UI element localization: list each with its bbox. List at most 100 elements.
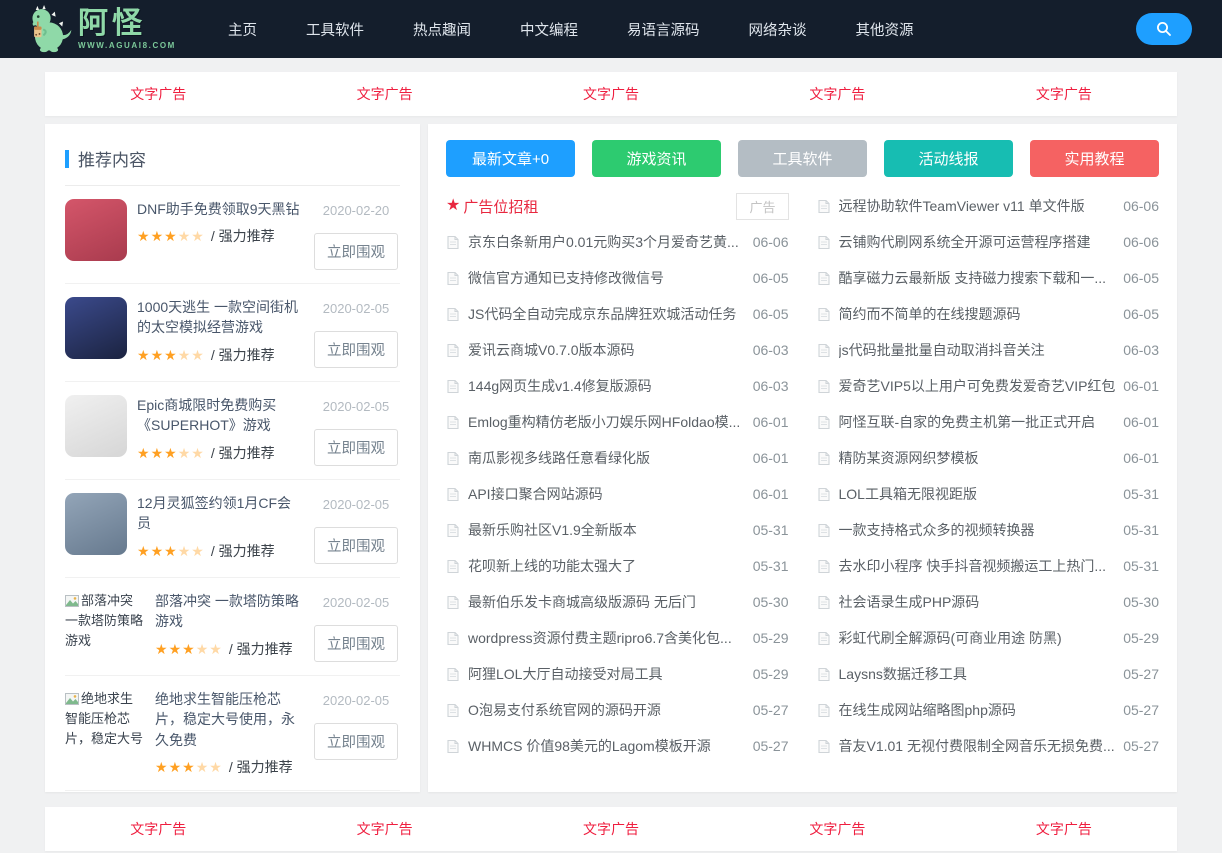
article-row[interactable]: LOL工具箱无限视距版 05-31 xyxy=(817,476,1160,512)
article-row[interactable]: 酷享磁力云最新版 支持磁力搜索下载和一... 06-05 xyxy=(817,260,1160,296)
nav-item-1[interactable]: 主页 xyxy=(228,19,257,40)
view-now-button[interactable]: 立即围观 xyxy=(314,233,398,270)
article-row[interactable]: API接口聚合网站源码 06-01 xyxy=(446,476,789,512)
article-row[interactable]: 微信官方通知已支持修改微信号 06-05 xyxy=(446,260,789,296)
nav-item-4[interactable]: 中文编程 xyxy=(520,19,578,40)
text-ad-bar-top: 文字广告文字广告文字广告文字广告文字广告 xyxy=(45,72,1177,116)
article-row[interactable]: 远程协助软件TeamViewer v11 单文件版 06-06 xyxy=(817,188,1160,224)
article-thumbnail[interactable] xyxy=(65,297,127,359)
recommended-item-rating: ★★★★★ / 强力推荐 xyxy=(137,345,302,365)
dinosaur-logo-icon xyxy=(24,5,74,53)
nav-item-7[interactable]: 其他资源 xyxy=(855,19,913,40)
document-icon xyxy=(446,415,460,430)
text-ad-link[interactable]: 文字广告 xyxy=(724,84,950,104)
recommended-item[interactable]: 部落冲突 一款塔防策略游戏 部落冲突 一款塔防策略游戏 ★★★★★ / 强力推荐… xyxy=(65,578,400,676)
text-ad-link[interactable]: 文字广告 xyxy=(45,819,271,839)
article-row[interactable]: 在线生成网站缩略图php源码 05-27 xyxy=(817,692,1160,728)
filter-button-3[interactable]: 工具软件 xyxy=(738,140,867,177)
article-row[interactable]: 阿狸LOL大厅自动接受对局工具 05-29 xyxy=(446,656,789,692)
broken-image-icon xyxy=(65,595,79,607)
text-ad-link[interactable]: 文字广告 xyxy=(271,84,497,104)
article-title: 花呗新上线的功能太强大了 xyxy=(468,556,745,576)
recommended-item[interactable]: 1000天逃生 一款空间街机的太空模拟经营游戏 ★★★★★ / 强力推荐 202… xyxy=(65,284,400,382)
main-nav-menu: 主页 工具软件 热点趣闻 中文编程 易语言源码 网络杂谈 其他资源 xyxy=(228,19,914,40)
site-logo[interactable]: 阿怪 WWW.AGUAI8.COM xyxy=(24,5,176,53)
article-row[interactable]: 简约而不简单的在线搜题源码 06-05 xyxy=(817,296,1160,332)
article-row[interactable]: 爱讯云商城V0.7.0版本源码 06-03 xyxy=(446,332,789,368)
article-row[interactable]: Laysns数据迁移工具 05-27 xyxy=(817,656,1160,692)
rating-label: / 强力推荐 xyxy=(229,757,293,777)
view-now-button[interactable]: 立即围观 xyxy=(314,625,398,662)
article-thumbnail[interactable] xyxy=(65,199,127,261)
text-ad-link[interactable]: 文字广告 xyxy=(951,819,1177,839)
filter-button-5[interactable]: 实用教程 xyxy=(1030,140,1159,177)
document-icon xyxy=(446,559,460,574)
nav-item-6[interactable]: 网络杂谈 xyxy=(748,19,806,40)
view-now-button[interactable]: 立即围观 xyxy=(314,429,398,466)
article-row[interactable]: 社会语录生成PHP源码 05-30 xyxy=(817,584,1160,620)
article-row[interactable]: JS代码全自动完成京东品牌狂欢城活动任务 06-05 xyxy=(446,296,789,332)
article-date: 06-01 xyxy=(753,450,789,466)
article-date: 05-27 xyxy=(753,702,789,718)
ad-slot-row[interactable]: ★ 广告位招租 广告 xyxy=(446,188,789,224)
article-thumbnail[interactable] xyxy=(65,395,127,457)
article-row[interactable]: 云铺购代刷网系统全开源可运营程序搭建 06-06 xyxy=(817,224,1160,260)
article-title: API接口聚合网站源码 xyxy=(468,484,745,504)
article-row[interactable]: 爱奇艺VIP5以上用户可免费发爱奇艺VIP红包 06-01 xyxy=(817,368,1160,404)
recommended-item[interactable]: Epic商城限时免费购买《SUPERHOT》游戏 ★★★★★ / 强力推荐 20… xyxy=(65,382,400,480)
filter-button-4[interactable]: 活动线报 xyxy=(884,140,1013,177)
article-row[interactable]: 阿怪互联-自家的免费主机第一批正式开启 06-01 xyxy=(817,404,1160,440)
recommended-item[interactable]: DNF助手免费领取9天黑钻 ★★★★★ / 强力推荐 2020-02-20 立即… xyxy=(65,186,400,284)
filter-button-1[interactable]: 最新文章+0 xyxy=(446,140,575,177)
recommended-item[interactable]: 12月灵狐签约领1月CF会员 ★★★★★ / 强力推荐 2020-02-05 立… xyxy=(65,480,400,578)
article-row[interactable]: 精防某资源网织梦模板 06-01 xyxy=(817,440,1160,476)
article-thumbnail[interactable] xyxy=(65,493,127,555)
article-title: JS代码全自动完成京东品牌狂欢城活动任务 xyxy=(468,304,745,324)
article-row[interactable]: 南瓜影视多线路任意看绿化版 06-01 xyxy=(446,440,789,476)
article-row[interactable]: 最新乐购社区V1.9全新版本 05-31 xyxy=(446,512,789,548)
article-row[interactable]: 京东白条新用户0.01元购买3个月爱奇艺黄... 06-06 xyxy=(446,224,789,260)
article-title: 阿怪互联-自家的免费主机第一批正式开启 xyxy=(839,412,1116,432)
article-row[interactable]: 最新伯乐发卡商城高级版源码 无后门 05-30 xyxy=(446,584,789,620)
article-row[interactable]: Emlog重构精仿老版小刀娱乐网HFoldao模... 06-01 xyxy=(446,404,789,440)
article-row[interactable]: 144g网页生成v1.4修复版源码 06-03 xyxy=(446,368,789,404)
nav-item-2[interactable]: 工具软件 xyxy=(306,19,364,40)
article-date: 06-01 xyxy=(1123,450,1159,466)
article-row[interactable]: js代码批量批量自动取消抖音关注 06-03 xyxy=(817,332,1160,368)
article-row[interactable]: 一款支持格式众多的视频转换器 05-31 xyxy=(817,512,1160,548)
document-icon xyxy=(446,667,460,682)
article-date: 06-06 xyxy=(1123,198,1159,214)
nav-item-5[interactable]: 易语言源码 xyxy=(627,19,700,40)
text-ad-link[interactable]: 文字广告 xyxy=(271,819,497,839)
broken-thumbnail: 绝地求生智能压枪芯片，稳定大号 xyxy=(65,689,145,777)
text-ad-link[interactable]: 文字广告 xyxy=(498,84,724,104)
article-date: 06-01 xyxy=(1123,414,1159,430)
search-button[interactable] xyxy=(1136,13,1192,45)
article-row[interactable]: wordpress资源付费主题ripro6.7含美化包... 05-29 xyxy=(446,620,789,656)
article-title: Laysns数据迁移工具 xyxy=(839,664,1116,684)
article-list-left: ★ 广告位招租 广告 京东白条新用户0.01元购买3个月爱奇艺黄... 06-0… xyxy=(446,188,789,764)
text-ad-link[interactable]: 文字广告 xyxy=(498,819,724,839)
text-ad-link[interactable]: 文字广告 xyxy=(45,84,271,104)
view-now-button[interactable]: 立即围观 xyxy=(314,331,398,368)
text-ad-link[interactable]: 文字广告 xyxy=(724,819,950,839)
article-title: 音友V1.01 无视付费限制全网音乐无损免费... xyxy=(839,736,1116,756)
filter-button-2[interactable]: 游戏资讯 xyxy=(592,140,721,177)
article-row[interactable]: 去水印小程序 快手抖音视频搬运工上热门... 05-31 xyxy=(817,548,1160,584)
rating-label: / 强力推荐 xyxy=(211,226,275,246)
article-title: 爱讯云商城V0.7.0版本源码 xyxy=(468,340,745,360)
article-row[interactable]: 彩虹代刷全解源码(可商业用途 防黑) 05-29 xyxy=(817,620,1160,656)
text-ad-link[interactable]: 文字广告 xyxy=(951,84,1177,104)
article-row[interactable]: O泡易支付系统官网的源码开源 05-27 xyxy=(446,692,789,728)
recommended-item[interactable]: 恐怖地下室探险 一款恐怖逃生解谜 恐怖地下室探险 一款恐怖逃生解谜类游戏 ★★★… xyxy=(65,791,400,792)
nav-item-3[interactable]: 热点趣闻 xyxy=(413,19,471,40)
view-now-button[interactable]: 立即围观 xyxy=(314,527,398,564)
article-row[interactable]: 花呗新上线的功能太强大了 05-31 xyxy=(446,548,789,584)
document-icon xyxy=(446,451,460,466)
recommended-item[interactable]: 绝地求生智能压枪芯片，稳定大号 绝地求生智能压枪芯片，稳定大号使用，永久免费 ★… xyxy=(65,676,400,791)
article-row[interactable]: WHMCS 价值98美元的Lagom模板开源 05-27 xyxy=(446,728,789,764)
view-now-button[interactable]: 立即围观 xyxy=(314,723,398,760)
sidebar-title: 推荐内容 xyxy=(78,146,146,171)
document-icon xyxy=(817,703,831,718)
article-row[interactable]: 音友V1.01 无视付费限制全网音乐无损免费... 05-27 xyxy=(817,728,1160,764)
